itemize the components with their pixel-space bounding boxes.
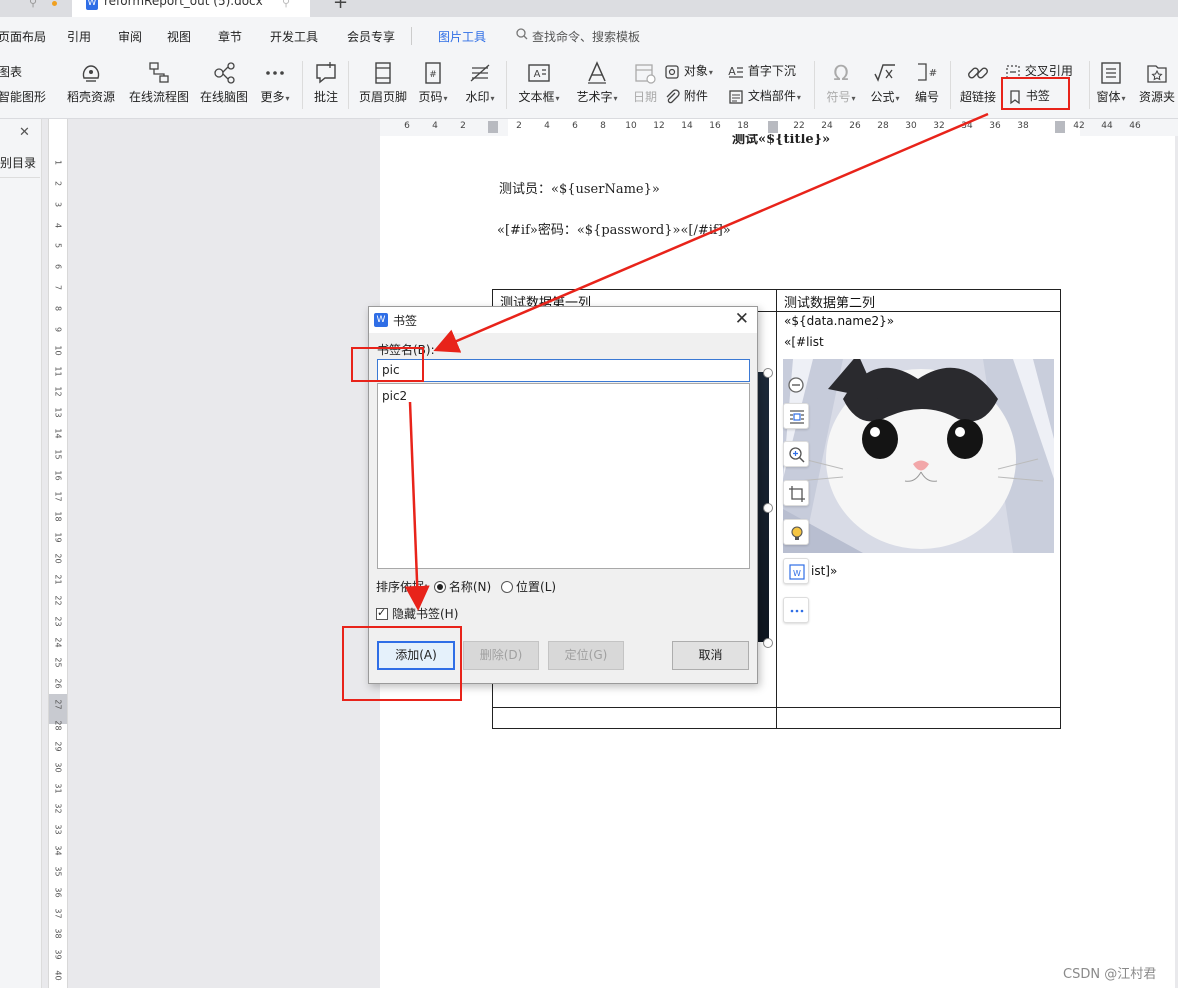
annotation-arrow (404, 401, 430, 611)
annotation-arrows (404, 112, 989, 611)
csdn-watermark: CSDN @江村君 (1063, 967, 1157, 982)
annotation-arrow (433, 112, 989, 353)
